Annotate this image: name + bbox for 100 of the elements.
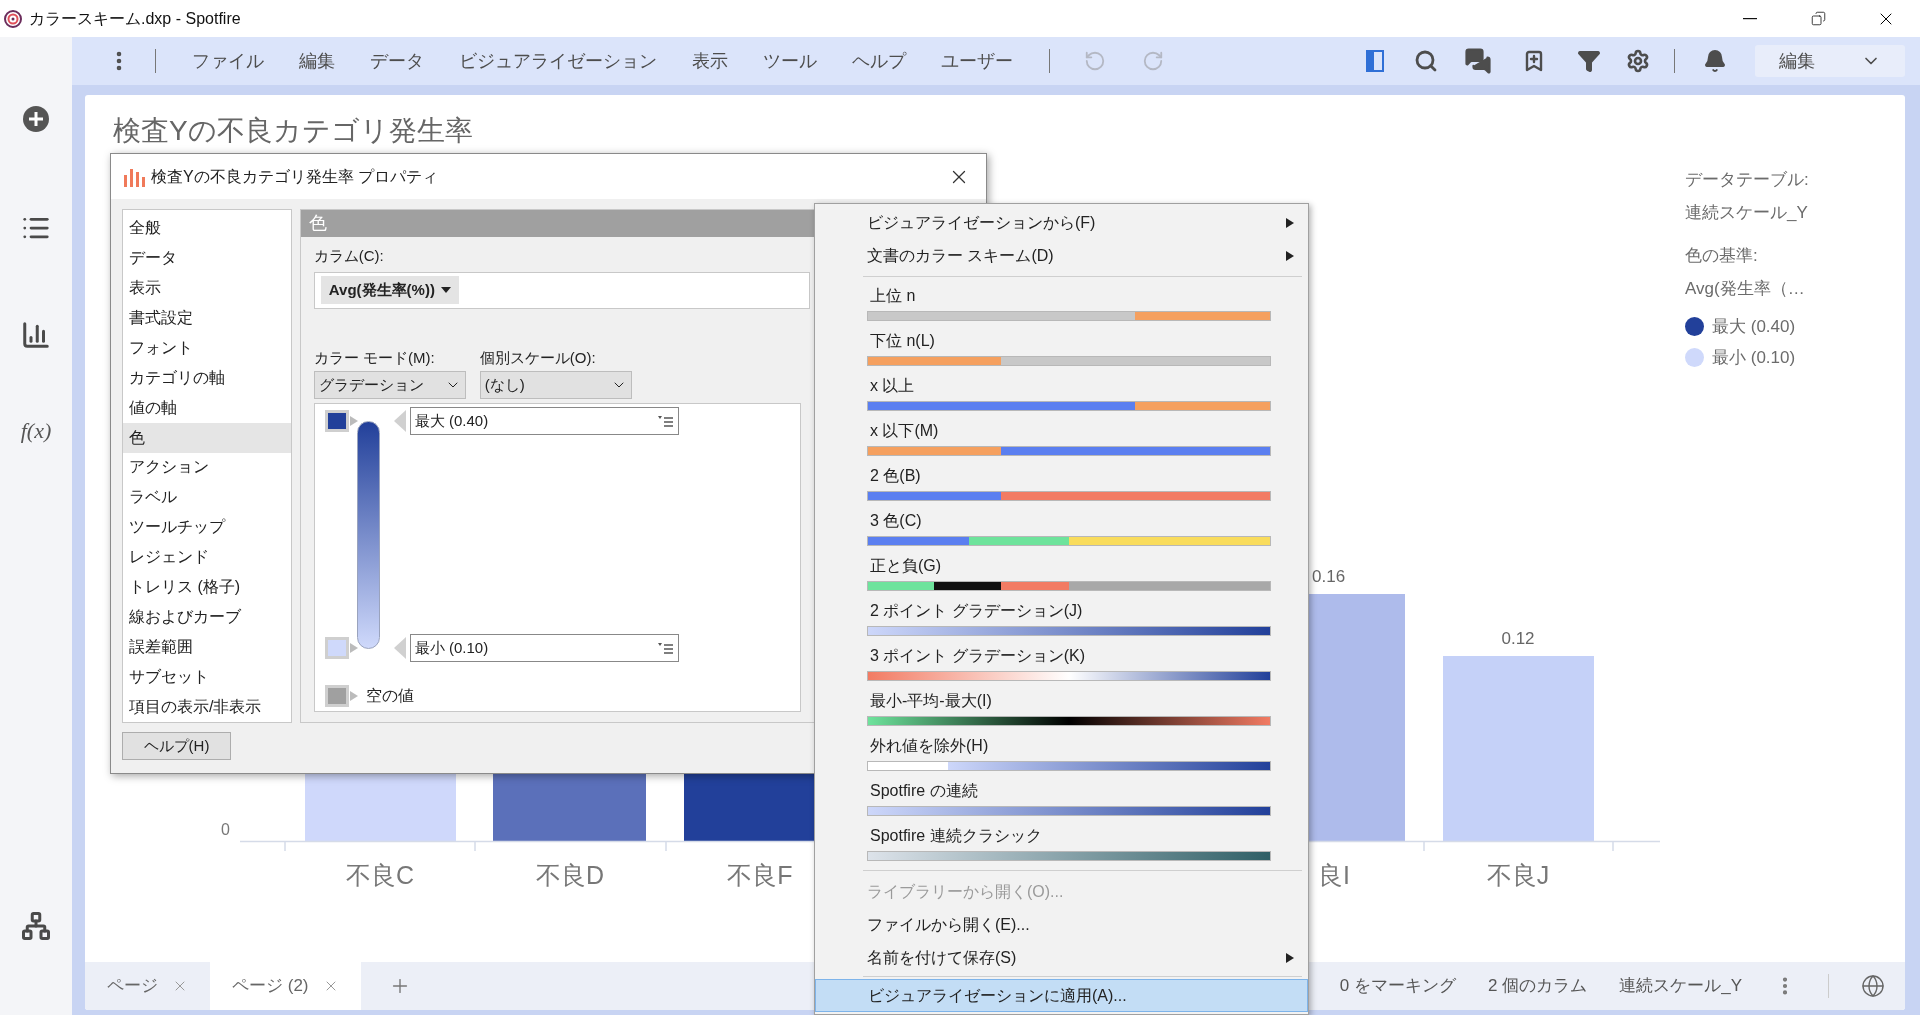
- color-scheme-item[interactable]: Spotfire 連続クラシック: [815, 821, 1308, 866]
- axis-tick-label: 0: [221, 821, 230, 838]
- category-item[interactable]: フォント: [123, 332, 291, 363]
- color-scheme-item[interactable]: 2 ポイント グラデーション(J): [815, 596, 1308, 641]
- settings-icon[interactable]: [1626, 49, 1650, 73]
- notifications-icon[interactable]: [1703, 49, 1727, 73]
- category-label: 良I: [1318, 861, 1350, 889]
- color-scheme-item[interactable]: 外れ値を除外(H): [815, 731, 1308, 776]
- submenu-arrow-icon: [1286, 217, 1294, 228]
- menu-button[interactable]: ヘルプ: [852, 47, 906, 75]
- window-title: カラースキーム.dxp - Spotfire: [29, 8, 241, 29]
- status-text: 0 をマーキング: [1339, 975, 1456, 998]
- legend-value: 連続スケール_Y: [1685, 202, 1809, 224]
- color-scheme-item[interactable]: x 以上: [815, 371, 1308, 416]
- submenu-arrow-icon: [1286, 250, 1294, 261]
- pointer-icon: [393, 410, 406, 432]
- menu-button[interactable]: ツール: [763, 47, 817, 75]
- category-item[interactable]: 表示: [123, 272, 291, 303]
- category-item[interactable]: 線およびカーブ: [123, 602, 291, 633]
- status-text: 2 個のカラム: [1488, 975, 1588, 998]
- category-item[interactable]: サブセット: [123, 662, 291, 692]
- expression-button[interactable]: f(x): [20, 414, 52, 447]
- menu-item[interactable]: ファイルから開く(E)...: [815, 908, 1308, 941]
- help-button[interactable]: ヘルプ(H): [122, 732, 231, 760]
- category-item[interactable]: アクション: [123, 452, 291, 483]
- category-item[interactable]: ラベル: [123, 482, 291, 513]
- legend-label: データテーブル:: [1685, 169, 1809, 191]
- category-item[interactable]: カテゴリの軸: [123, 362, 291, 393]
- legend-item: 最大 (0.40): [1712, 316, 1796, 338]
- category-label: 不良J: [1486, 861, 1550, 889]
- menu-item[interactable]: 文書のカラー スキーム(D): [815, 239, 1308, 272]
- menu-icon: [657, 642, 674, 654]
- page-tab[interactable]: ページ (2): [210, 962, 361, 1010]
- legend-item: 最小 (0.10): [1712, 347, 1796, 369]
- bar-chart-icon: [123, 166, 145, 187]
- globe-icon[interactable]: [1861, 974, 1885, 998]
- panel-icon[interactable]: [1366, 50, 1384, 72]
- field-label: カラム(C):: [313, 246, 384, 266]
- minimize-icon: [1743, 17, 1757, 20]
- value-label: 0.12: [1501, 629, 1535, 648]
- menu-button[interactable]: 編集: [299, 47, 335, 75]
- pointer-icon: [349, 416, 358, 426]
- category-label: 不良C: [345, 861, 415, 889]
- mode-dropdown[interactable]: 編集: [1755, 45, 1905, 77]
- color-mode-select[interactable]: グラデーション: [313, 371, 466, 399]
- color-scheme-item[interactable]: x 以下(M): [815, 416, 1308, 461]
- category-item[interactable]: レジェンド: [123, 542, 291, 573]
- menu-button[interactable]: 表示: [692, 47, 728, 75]
- category-item[interactable]: 全般: [123, 213, 291, 243]
- field-label: 個別スケール(O):: [479, 347, 597, 368]
- color-scheme-item[interactable]: 最小-平均-最大(I): [815, 686, 1308, 731]
- scale-select[interactable]: (なし): [479, 371, 632, 399]
- visualization-title: 検査Yの不良カテゴリ発生率: [113, 114, 474, 148]
- legend-value: Avg(発生率（…: [1685, 278, 1806, 300]
- color-scheme-item[interactable]: 上位 n: [815, 281, 1308, 326]
- color-swatch[interactable]: [324, 637, 349, 659]
- category-item[interactable]: 値の軸: [123, 392, 291, 423]
- color-scheme-item[interactable]: 3 ポイント グラデーション(K): [815, 641, 1308, 686]
- category-label: 不良F: [727, 861, 793, 889]
- filter-icon[interactable]: [1577, 49, 1601, 73]
- pointer-icon: [393, 637, 406, 659]
- category-item[interactable]: トレリス (格子): [123, 572, 291, 603]
- menu-item[interactable]: ビジュアライゼーションに適用(A)...: [815, 979, 1308, 1012]
- submenu-arrow-icon: [1286, 952, 1294, 963]
- menu-button[interactable]: データ: [370, 47, 424, 75]
- category-label: 不良D: [535, 861, 605, 889]
- add-icon[interactable]: [22, 105, 50, 133]
- color-scheme-item[interactable]: Spotfire の連続: [815, 776, 1308, 821]
- restore-icon: [1810, 11, 1826, 26]
- page-tab[interactable]: ページ: [85, 962, 210, 1010]
- comments-icon[interactable]: [1464, 47, 1492, 75]
- empty-value-label: 空の値: [365, 686, 414, 706]
- category-item[interactable]: 色: [123, 422, 291, 453]
- bar-chart-icon[interactable]: [21, 320, 51, 350]
- legend-label: 色の基準:: [1685, 245, 1759, 267]
- stop-value-field[interactable]: 最小 (0.10): [409, 634, 679, 662]
- app-logo-icon: [4, 9, 22, 28]
- hierarchy-icon[interactable]: [21, 911, 51, 941]
- value-label: 0.16: [1312, 567, 1346, 586]
- color-swatch[interactable]: [324, 410, 349, 432]
- category-item[interactable]: 誤差範囲: [123, 632, 291, 663]
- color-scheme-item[interactable]: 下位 n(L): [815, 326, 1308, 371]
- category-item[interactable]: データ: [123, 242, 291, 273]
- caret-icon: [440, 287, 451, 293]
- category-item[interactable]: 書式設定: [123, 302, 291, 333]
- stop-value-field[interactable]: 最大 (0.40): [409, 407, 679, 435]
- color-scheme-item[interactable]: 正と負(G): [815, 551, 1308, 596]
- color-scheme-item[interactable]: 3 色(C): [815, 506, 1308, 551]
- category-item[interactable]: 項目の表示/非表示: [123, 692, 291, 722]
- category-item[interactable]: ツールチップ: [123, 512, 291, 543]
- color-scheme-item[interactable]: 2 色(B): [815, 461, 1308, 506]
- search-icon[interactable]: [1414, 49, 1438, 73]
- menu-item[interactable]: 名前を付けて保存(S): [815, 941, 1308, 974]
- status-text: 連続スケール_Y: [1619, 975, 1742, 998]
- menu-button[interactable]: ファイル: [192, 47, 264, 75]
- menu-button[interactable]: ユーザー: [941, 47, 1013, 75]
- column-field[interactable]: Avg(発生率(%)): [313, 271, 810, 309]
- menu-button[interactable]: ビジュアライゼーション: [459, 47, 657, 75]
- pointer-icon: [349, 643, 358, 653]
- color-swatch[interactable]: [324, 685, 349, 707]
